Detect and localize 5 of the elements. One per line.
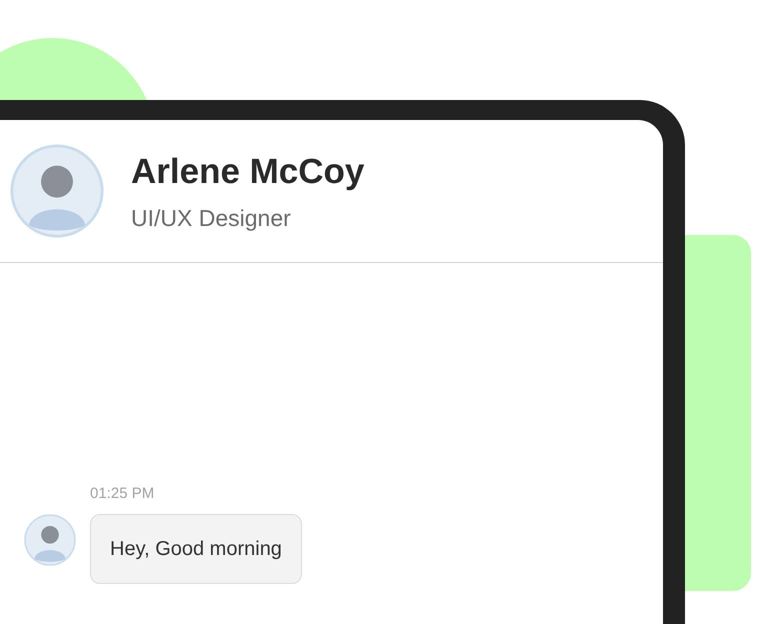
contact-name: Arlene McCoy: [131, 150, 364, 193]
message-time: 01:25 PM: [90, 484, 156, 504]
avatar-silhouette: [24, 514, 76, 566]
message-bubble: Hey, Good morning: [90, 514, 302, 584]
contact-role: UI/UX Designer: [131, 204, 292, 232]
